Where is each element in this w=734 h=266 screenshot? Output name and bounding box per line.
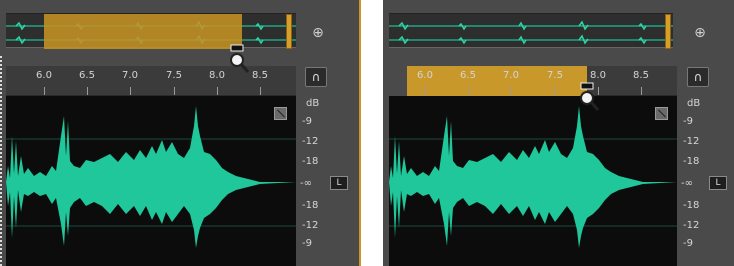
ruler-tick — [641, 87, 642, 95]
ruler-label: 6.0 — [36, 70, 52, 81]
ruler-tick — [174, 87, 175, 95]
ruler-tick — [44, 87, 45, 95]
db-label: -9 — [302, 116, 312, 127]
waveform-display[interactable] — [6, 96, 296, 266]
headphones-icon[interactable]: ∩ — [687, 67, 709, 87]
db-label: dB — [687, 98, 701, 109]
zoom-navigator-handle[interactable] — [665, 14, 671, 49]
db-label: -18 — [683, 200, 700, 211]
waveform-svg — [6, 106, 296, 248]
ruler-tick — [511, 87, 512, 95]
ruler-label: 6.5 — [460, 70, 476, 81]
ruler-tick — [87, 87, 88, 95]
db-label: -12 — [302, 136, 319, 147]
ruler-label: 7.5 — [166, 70, 182, 81]
zoom-drag-cursor-icon — [580, 82, 600, 111]
ruler-label: 8.5 — [252, 70, 268, 81]
zoom-navigator[interactable] — [389, 13, 673, 49]
ruler-label: 6.0 — [417, 70, 433, 81]
waveform-shape — [389, 106, 677, 248]
ruler-label: 8.0 — [590, 70, 606, 81]
db-label: -12 — [302, 220, 319, 231]
ruler-label: 6.5 — [79, 70, 95, 81]
db-label: -9 — [683, 116, 693, 127]
editor-panel-left: ⊕ 6.0 6.5 7.0 7.5 8.0 8.5 ∩ dB -9 -12 -1… — [0, 0, 361, 266]
db-scale: dB -9 -12 -18 -∞ -18 -12 -9 — [296, 96, 359, 266]
waveform-svg — [389, 106, 677, 248]
editor-panel-right: ⊕ 6.0 6.5 7.0 7.5 8.0 8.5 ∩ dB -9 -12 -1… — [383, 0, 734, 266]
ruler-tick — [217, 87, 218, 95]
ruler-label: 7.0 — [503, 70, 519, 81]
time-ruler[interactable]: 6.0 6.5 7.0 7.5 8.0 8.5 — [6, 66, 296, 96]
zoom-navigator[interactable] — [6, 13, 296, 49]
ruler-label: 8.0 — [209, 70, 225, 81]
panel-edge — [0, 56, 2, 266]
ruler-label: 7.0 — [122, 70, 138, 81]
time-ruler[interactable]: 6.0 6.5 7.0 7.5 8.0 8.5 — [407, 66, 677, 96]
headphones-icon[interactable]: ∩ — [305, 67, 327, 87]
db-label: -18 — [302, 200, 319, 211]
waveform-display[interactable] — [389, 96, 677, 266]
overview-waveform — [389, 20, 673, 45]
ruler-tick — [468, 87, 469, 95]
db-label: -18 — [683, 156, 700, 167]
magnifier-icon[interactable]: ⊕ — [689, 22, 711, 44]
db-label: -∞ — [681, 178, 693, 189]
db-label: -12 — [683, 220, 700, 231]
db-label: -9 — [302, 238, 312, 249]
waveform-tool-icon[interactable] — [655, 107, 668, 120]
waveform-tool-icon[interactable] — [274, 107, 287, 120]
zoom-navigator-selection[interactable] — [44, 14, 242, 49]
ruler-label: 8.5 — [633, 70, 649, 81]
channel-left-button[interactable]: L — [330, 176, 348, 190]
db-label: -18 — [302, 156, 319, 167]
ruler-label: 7.5 — [547, 70, 563, 81]
ruler-tick — [555, 87, 556, 95]
db-label: -12 — [683, 136, 700, 147]
db-label: -9 — [683, 238, 693, 249]
ruler-tick — [260, 87, 261, 95]
db-label: dB — [306, 98, 320, 109]
ruler-tick — [425, 87, 426, 95]
zoom-navigator-handle[interactable] — [286, 14, 292, 49]
zoom-drag-cursor-icon — [230, 44, 250, 73]
magnifier-icon[interactable]: ⊕ — [307, 22, 329, 44]
waveform-shape — [6, 106, 296, 248]
ruler-tick — [130, 87, 131, 95]
channel-left-button[interactable]: L — [709, 176, 727, 190]
db-label: -∞ — [300, 178, 312, 189]
